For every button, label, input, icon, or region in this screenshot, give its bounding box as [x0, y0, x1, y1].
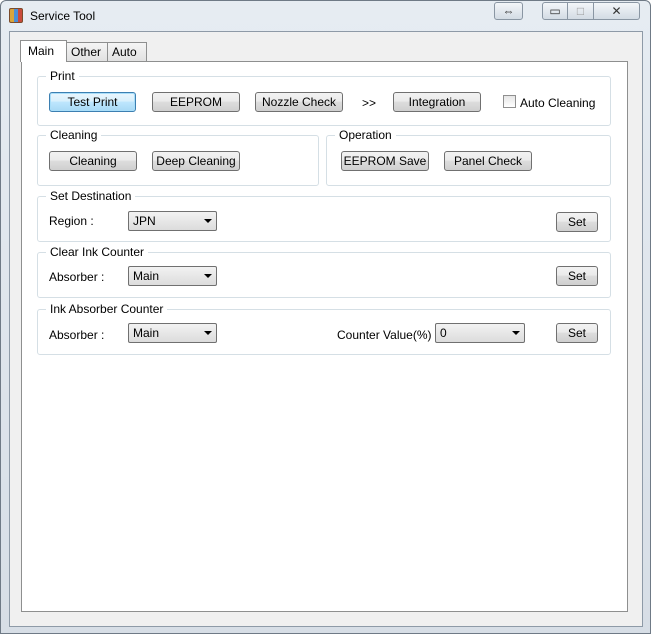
deep-cleaning-button[interactable]: Deep Cleaning [152, 151, 240, 171]
integration-button[interactable]: Integration [393, 92, 481, 112]
ink-absorber-select[interactable]: Main [128, 323, 217, 343]
tab-main[interactable]: Main [20, 40, 67, 62]
counter-value-select[interactable]: 0 [435, 323, 525, 343]
print-legend: Print [46, 69, 79, 83]
auto-cleaning-label[interactable]: Auto Cleaning [520, 96, 595, 110]
window-title: Service Tool [30, 9, 96, 23]
set-destination-legend: Set Destination [46, 189, 136, 203]
eeprom-save-button[interactable]: EEPROM Save [341, 151, 429, 171]
clear-ink-counter-set-button[interactable]: Set [556, 266, 598, 286]
set-destination-set-button[interactable]: Set [556, 212, 598, 232]
region-select[interactable]: JPN [128, 211, 217, 231]
region-label: Region : [49, 214, 94, 228]
counter-value-select-value: 0 [440, 326, 447, 340]
maximize-button: □ [568, 2, 594, 20]
tab-other[interactable]: Other [66, 42, 108, 61]
arrow-separator: >> [362, 96, 377, 110]
clear-absorber-label: Absorber : [49, 270, 105, 284]
ink-absorber-counter-set-button[interactable]: Set [556, 323, 598, 343]
ink-absorber-label: Absorber : [49, 328, 105, 342]
tab-auto[interactable]: Auto [107, 42, 147, 61]
ink-absorber-select-value: Main [133, 326, 160, 340]
clear-absorber-select[interactable]: Main [128, 266, 217, 286]
operation-group: Operation EEPROM Save Panel Check [326, 128, 611, 186]
cleaning-legend: Cleaning [46, 128, 102, 142]
title-bar[interactable]: Service Tool ⇔ ▭ □ ✕ [1, 1, 650, 31]
ink-absorber-counter-legend: Ink Absorber Counter [46, 302, 168, 316]
print-group: Print Test Print EEPROM Nozzle Check >> … [37, 69, 611, 126]
chevron-down-icon [512, 331, 520, 335]
eeprom-button[interactable]: EEPROM [152, 92, 240, 112]
cleaning-group: Cleaning Cleaning Deep Cleaning [37, 128, 319, 186]
operation-legend: Operation [335, 128, 396, 142]
counter-value-label: Counter Value(%) : [337, 328, 439, 342]
clear-ink-counter-group: Clear Ink Counter Absorber : Main Set [37, 245, 611, 298]
test-print-button[interactable]: Test Print [49, 92, 136, 112]
app-icon [9, 8, 23, 23]
service-tool-window: Service Tool ⇔ ▭ □ ✕ Other Auto Main Pri… [0, 0, 651, 634]
nozzle-check-button[interactable]: Nozzle Check [255, 92, 343, 112]
ink-absorber-counter-group: Ink Absorber Counter Absorber : Main Cou… [37, 302, 611, 355]
region-select-value: JPN [133, 214, 156, 228]
swap-button[interactable]: ⇔ [494, 2, 523, 20]
main-tab-panel: Print Test Print EEPROM Nozzle Check >> … [21, 61, 628, 612]
chevron-down-icon [204, 331, 212, 335]
chevron-down-icon [204, 219, 212, 223]
close-button[interactable]: ✕ [594, 2, 640, 20]
set-destination-group: Set Destination Region : JPN Set [37, 189, 611, 242]
clear-absorber-select-value: Main [133, 269, 160, 283]
auto-cleaning-checkbox[interactable] [503, 95, 516, 108]
cleaning-button[interactable]: Cleaning [49, 151, 137, 171]
client-area: Other Auto Main Print Test Print EEPROM … [9, 31, 643, 627]
panel-check-button[interactable]: Panel Check [444, 151, 532, 171]
clear-ink-counter-legend: Clear Ink Counter [46, 245, 149, 259]
chevron-down-icon [204, 274, 212, 278]
minimize-button[interactable]: ▭ [542, 2, 568, 20]
